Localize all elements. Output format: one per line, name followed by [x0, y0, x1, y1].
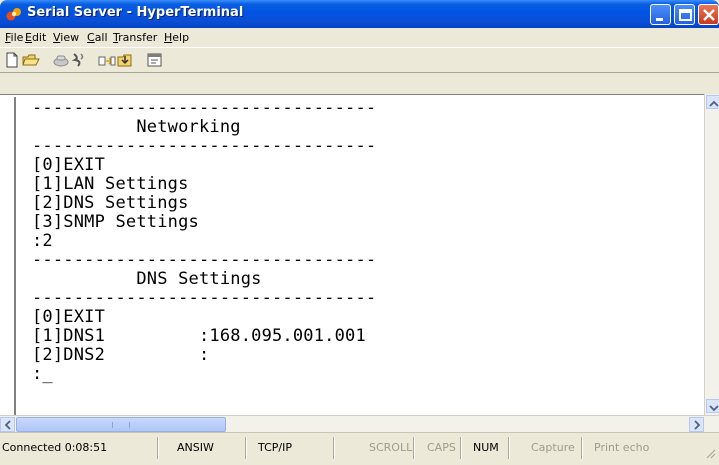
minimize-button[interactable] — [650, 4, 671, 25]
emulation-type: ANSIW — [177, 441, 214, 454]
menu-view[interactable]: View — [53, 31, 79, 44]
terminal-line: [2]DNS Settings — [32, 193, 189, 213]
terminal-line: [0]EXIT — [32, 155, 106, 175]
terminal-line: :_ — [32, 364, 53, 384]
status-bar: Connected 0:08:51 ANSIW TCP/IP SCROLL CA… — [0, 432, 719, 465]
menu-bar: File Edit View Call Transfer Help — [0, 28, 719, 47]
open-folder-icon[interactable] — [22, 51, 40, 69]
terminal-line: --------------------------------- — [32, 136, 377, 156]
chevron-down-icon — [709, 405, 719, 412]
hyperterminal-icon — [6, 8, 21, 21]
menu-transfer[interactable]: Transfer — [113, 31, 157, 44]
terminal-line: [1]LAN Settings — [32, 174, 189, 194]
title-bar[interactable]: Serial Server - HyperTerminal — [0, 0, 719, 28]
send-file-icon[interactable] — [98, 51, 116, 69]
menu-help[interactable]: Help — [164, 31, 189, 44]
capture-indicator: Capture — [531, 441, 575, 454]
chevron-right-icon — [694, 420, 701, 430]
scroll-up-button[interactable] — [706, 95, 719, 109]
terminal-line: Networking — [32, 117, 241, 137]
window-title: Serial Server - HyperTerminal — [27, 5, 244, 20]
connection-port: TCP/IP — [258, 441, 292, 454]
print-echo-indicator: Print echo — [594, 441, 650, 454]
terminal-screen[interactable]: --------------------------------- Networ… — [14, 97, 706, 415]
scroll-thumb[interactable] — [16, 417, 226, 432]
minimize-icon — [656, 18, 663, 21]
new-document-icon[interactable] — [3, 51, 21, 69]
chevron-left-icon — [4, 420, 11, 430]
vertical-scrollbar[interactable] — [704, 94, 719, 415]
scroll-down-button[interactable] — [706, 399, 719, 413]
connection-time: Connected 0:08:51 — [2, 441, 108, 454]
chevron-up-icon — [709, 100, 719, 107]
close-icon — [703, 9, 715, 21]
terminal-line: :2 — [32, 231, 53, 251]
scroll-left-button[interactable] — [0, 417, 15, 432]
connect-phone-icon[interactable] — [52, 51, 70, 69]
num-indicator: NUM — [473, 441, 499, 454]
resize-grip-icon[interactable] — [704, 447, 716, 459]
caps-indicator: CAPS — [427, 441, 456, 454]
properties-icon[interactable] — [146, 51, 164, 69]
terminal-window[interactable]: --------------------------------- Networ… — [0, 94, 719, 416]
terminal-line: [1]DNS1 :168.095.001.001 — [32, 326, 366, 346]
terminal-line: [2]DNS2 : — [32, 345, 210, 365]
terminal-output: --------------------------------- Networ… — [32, 99, 376, 384]
terminal-line: [0]EXIT — [32, 307, 106, 327]
terminal-line: [3]SNMP Settings — [32, 212, 199, 232]
maximize-button[interactable] — [674, 4, 695, 25]
disconnect-icon[interactable] — [70, 51, 88, 69]
maximize-icon — [679, 9, 692, 21]
toolbar — [0, 47, 719, 73]
terminal-line: --------------------------------- — [32, 98, 377, 118]
scroll-right-button[interactable] — [689, 417, 704, 432]
scroll-indicator: SCROLL — [369, 441, 413, 454]
terminal-line: DNS Settings — [32, 269, 262, 289]
menu-call[interactable]: Call — [87, 31, 108, 44]
menu-edit[interactable]: Edit — [25, 31, 46, 44]
terminal-line: --------------------------------- — [32, 250, 377, 270]
close-button[interactable] — [698, 4, 719, 25]
terminal-line: --------------------------------- — [32, 288, 377, 308]
menu-file[interactable]: File — [5, 31, 23, 44]
receive-file-icon[interactable] — [117, 51, 135, 69]
horizontal-scrollbar[interactable] — [0, 415, 719, 432]
